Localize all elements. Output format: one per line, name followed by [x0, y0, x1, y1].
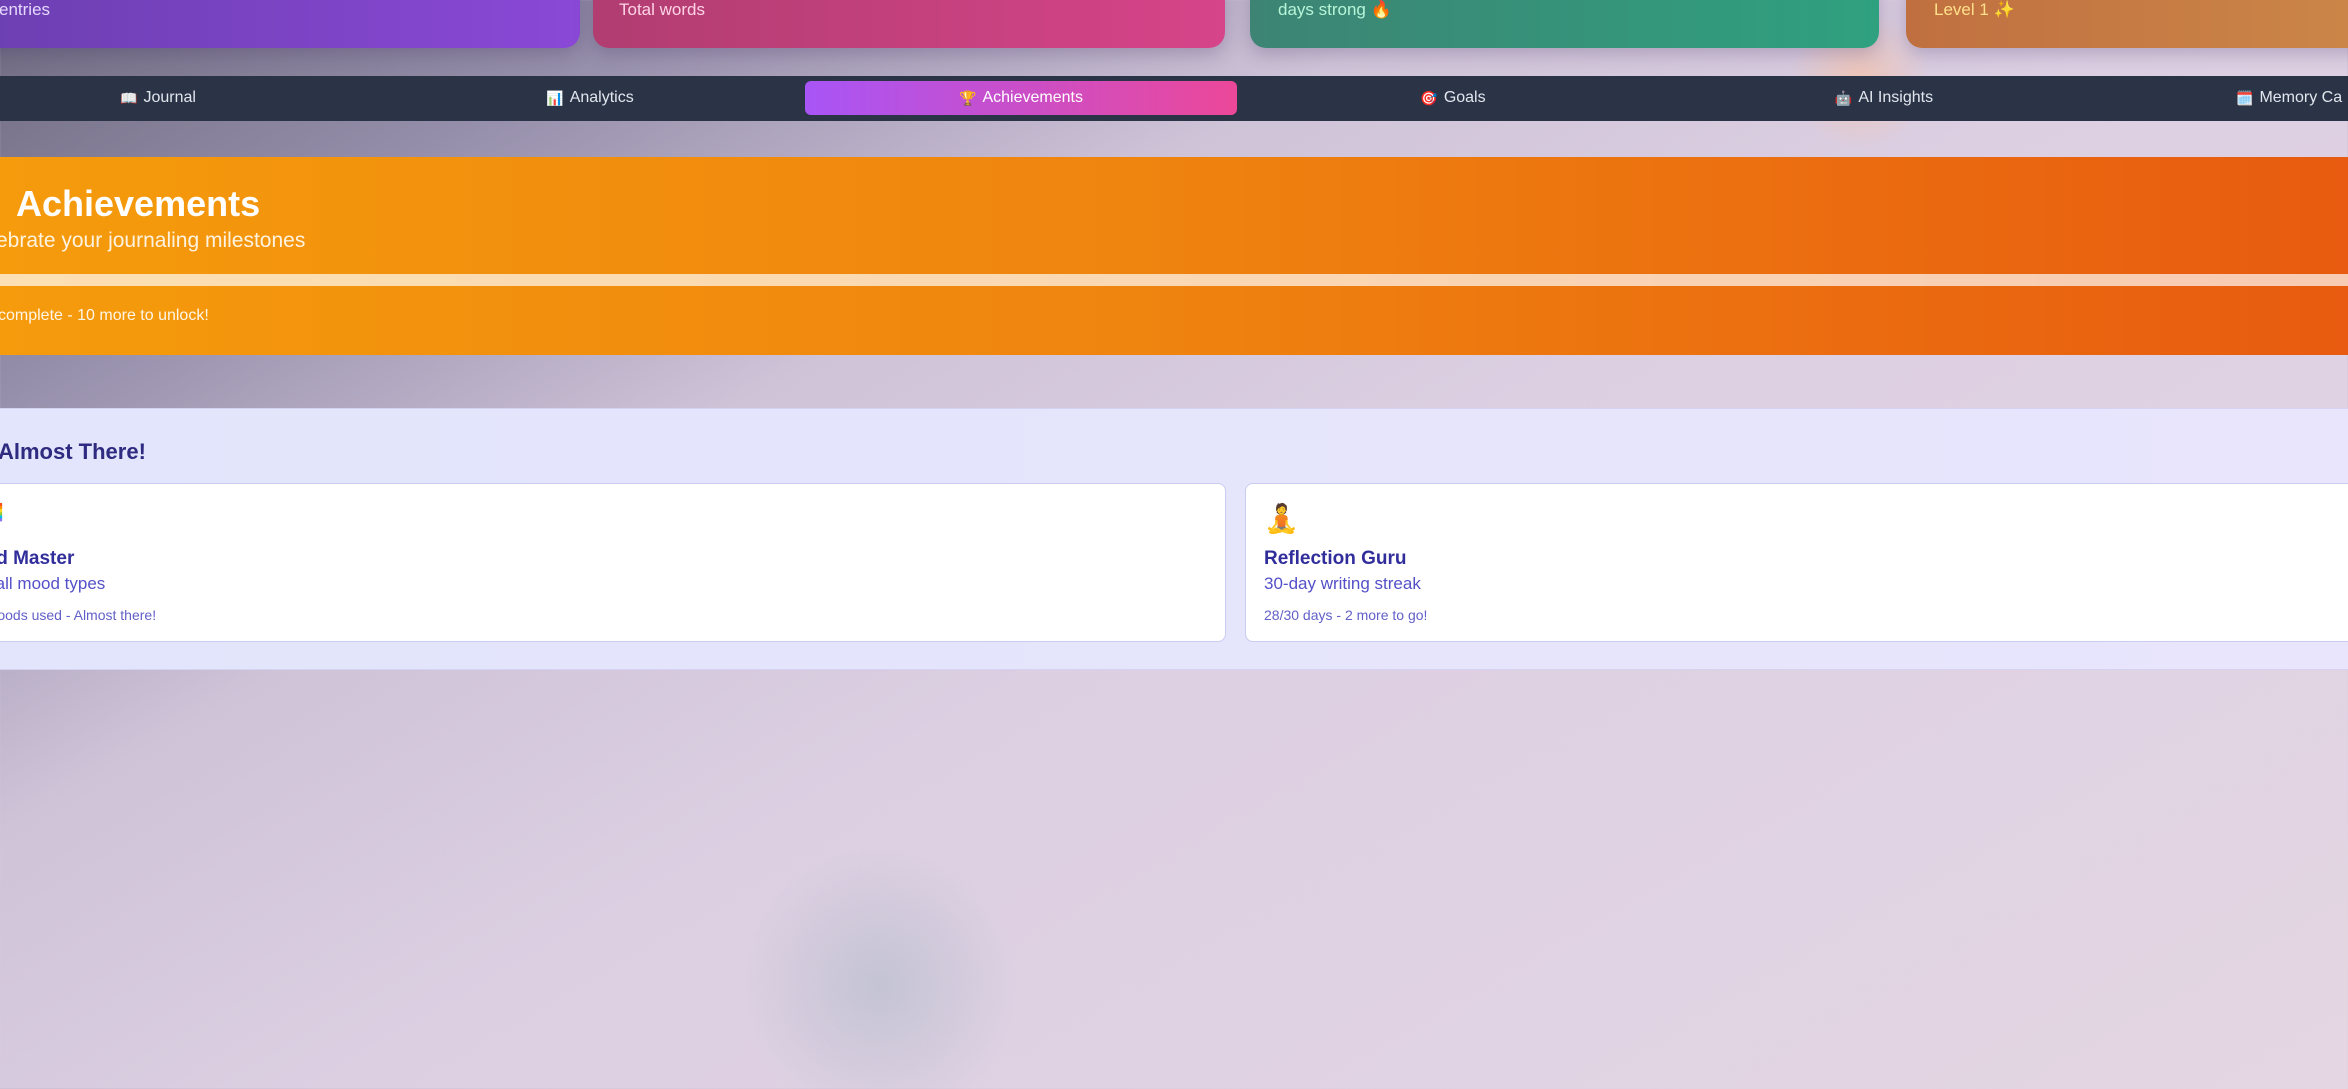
achievement-description: 30-day writing streak — [1264, 574, 1421, 593]
stat-streak-label: days strong 🔥 — [1278, 0, 1392, 19]
tab-label: Journal — [143, 89, 196, 106]
almost-there-heading: Almost There! — [0, 439, 146, 464]
achievement-card-reflection-guru[interactable]: 🧘 Reflection Guru 30-day writing streak … — [1245, 483, 2348, 642]
target-icon: 🎯 — [1420, 89, 1438, 106]
tab-journal[interactable]: 📖 Journal — [0, 81, 374, 115]
tab-ai-insights[interactable]: 🤖 AI Insights — [1668, 81, 2100, 115]
stat-words-label: Total words — [619, 0, 705, 19]
achievements-hero: Achievements ebrate your journaling mile… — [0, 157, 2348, 355]
rainbow-icon: 🌈 — [0, 502, 6, 535]
page-title: Achievements — [16, 183, 261, 224]
achievement-progress-text: complete - 10 more to unlock! — [0, 307, 209, 324]
achievement-name: ood Master — [0, 548, 75, 569]
stat-entries-label: entries — [0, 0, 51, 19]
tab-goals[interactable]: 🎯 Goals — [1237, 81, 1669, 115]
bar-chart-icon: 📊 — [546, 89, 564, 106]
achievement-progress: 28/30 days - 2 more to go! — [1264, 607, 1428, 623]
tab-label: Memory Ca — [2259, 89, 2343, 106]
tab-label: AI Insights — [1858, 89, 1934, 106]
tab-label: Goals — [1443, 89, 1486, 106]
book-icon: 📖 — [120, 89, 138, 106]
almost-there-panel: Almost There! 🌈 ood Master se all mood t… — [0, 408, 2348, 670]
achievement-progress-fill — [0, 274, 2348, 286]
calendar-icon: 🗓️ — [2236, 89, 2254, 106]
page-subtitle: ebrate your journaling milestones — [0, 229, 306, 252]
stat-card-streak: days strong 🔥 — [1250, 0, 1879, 48]
stat-level-label: Level 1 ✨ — [1934, 0, 2015, 19]
tab-achievements[interactable]: 🏆 Achievements — [805, 81, 1237, 115]
meditation-icon: 🧘 — [1264, 503, 1299, 534]
tab-memory-calendar[interactable]: 🗓️ Memory Ca — [2236, 81, 2348, 115]
achievement-description: se all mood types — [0, 574, 106, 593]
trophy-icon: 🏆 — [959, 89, 977, 106]
tab-label: Analytics — [569, 89, 634, 106]
achievement-name: Reflection Guru — [1264, 548, 1407, 569]
tab-label: Achievements — [982, 89, 1083, 106]
achievement-card-mood-master[interactable]: 🌈 ood Master se all mood types 3 moods u… — [0, 483, 1226, 642]
robot-icon: 🤖 — [1834, 89, 1853, 106]
stat-card-words: Total words — [593, 0, 1225, 48]
stat-card-level: Level 1 ✨ — [1906, 0, 2348, 48]
tab-analytics[interactable]: 📊 Analytics — [374, 81, 806, 115]
achievement-progress: 3 moods used - Almost there! — [0, 607, 157, 623]
main-nav: 📖 Journal 📊 Analytics 🏆 Achievements 🎯 G… — [0, 76, 2348, 121]
stat-card-entries: entries — [0, 0, 580, 48]
achievement-progress-bar — [0, 274, 2348, 286]
